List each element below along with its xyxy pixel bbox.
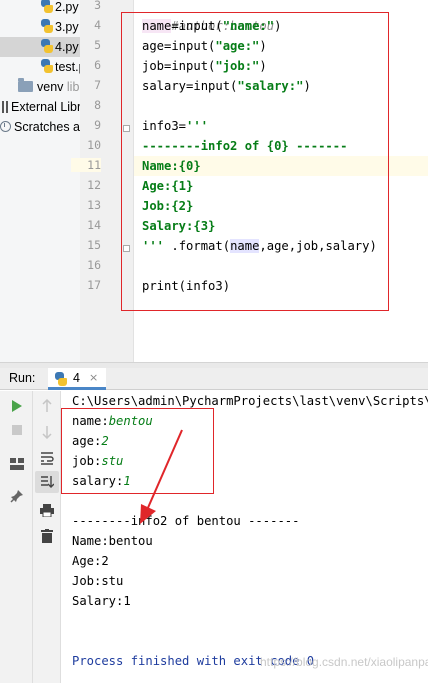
run-tab-label: 4 <box>73 371 80 385</box>
tree-item-label: External Libraries <box>11 100 80 114</box>
run-toolbar-header: Run: 4 × <box>0 368 428 390</box>
tree-item-external-libraries[interactable]: External Libraries <box>2 97 80 117</box>
watermark-text: https://blog.csdn.net/xiaolipanpan <box>260 655 428 669</box>
line-number: 17 <box>87 278 101 292</box>
tree-item-scratches[interactable]: Scratches and Consoles <box>0 117 80 137</box>
console-output-line: Age:2 <box>72 554 109 568</box>
line-number: 11 <box>71 158 101 172</box>
python-file-icon <box>40 0 53 13</box>
line-number: 6 <box>94 58 101 72</box>
close-icon[interactable]: × <box>89 371 98 384</box>
run-tab-4[interactable]: 4 × <box>48 368 106 390</box>
console-output-line: Salary:1 <box>72 594 131 608</box>
annotation-box-console <box>61 408 214 494</box>
python-file-icon <box>40 19 53 33</box>
line-number: 16 <box>87 258 101 272</box>
line-number: 7 <box>94 78 101 92</box>
up-arrow-icon[interactable] <box>35 395 59 417</box>
tree-item-label: venv <box>37 80 64 94</box>
line-number: 4 <box>94 18 101 32</box>
run-toolbar-left <box>0 391 33 683</box>
library-icon <box>2 101 8 113</box>
line-number: 12 <box>87 178 101 192</box>
python-file-icon <box>54 372 67 386</box>
line-number: 3 <box>94 0 101 12</box>
line-number: 5 <box>94 38 101 52</box>
pin-icon[interactable] <box>5 485 29 507</box>
stop-icon[interactable] <box>5 419 29 441</box>
console-output-line: Job:stu <box>72 574 124 588</box>
line-number: 14 <box>87 218 101 232</box>
line-number: 13 <box>87 198 101 212</box>
run-label: Run: <box>9 371 36 385</box>
folder-icon <box>18 78 33 92</box>
run-toolbar-secondary <box>33 391 61 683</box>
down-arrow-icon[interactable] <box>35 421 59 443</box>
python-file-icon <box>40 39 53 53</box>
python-file-icon <box>40 59 53 73</box>
soft-wrap-icon[interactable] <box>35 447 59 469</box>
line-number: 9 <box>94 118 101 132</box>
scratches-icon <box>0 121 11 132</box>
line-number: 8 <box>94 98 101 112</box>
run-icon[interactable] <box>5 395 29 417</box>
project-tree: 2.py 3.py 4.py test.py venv lib External… <box>0 0 80 362</box>
console-output-line: --------info2 of bentou ------- <box>72 514 300 528</box>
line-number: 15 <box>87 238 101 252</box>
scroll-to-end-icon[interactable] <box>35 471 59 493</box>
layout-icon[interactable] <box>5 453 29 475</box>
tree-item-4py[interactable]: 4.py <box>0 37 80 57</box>
delete-icon[interactable] <box>35 525 59 547</box>
print-icon[interactable] <box>35 499 59 521</box>
console-output-line: Name:bentou <box>72 534 153 548</box>
line-number: 10 <box>87 138 101 152</box>
annotation-box-code <box>121 12 389 311</box>
